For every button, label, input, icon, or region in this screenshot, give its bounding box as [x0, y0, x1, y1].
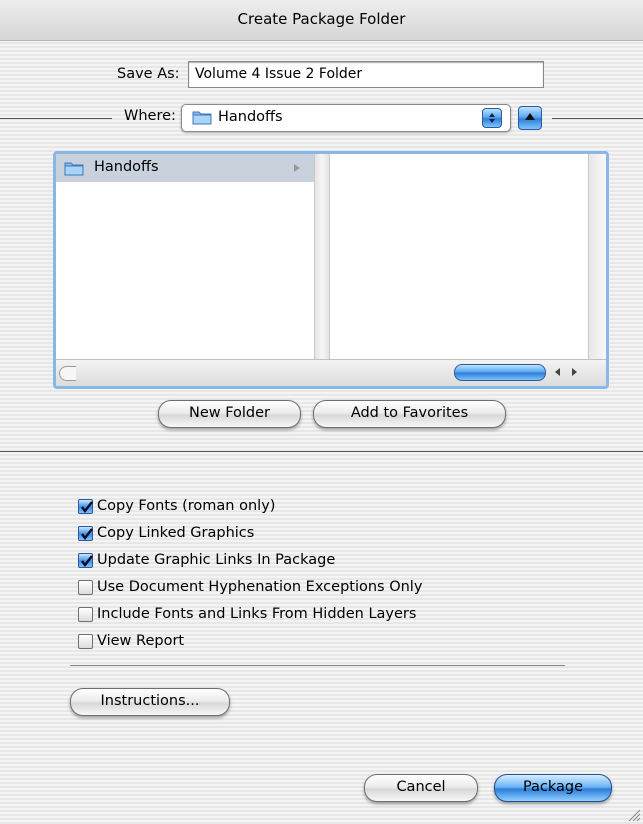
- add-to-favorites-button[interactable]: Add to Favorites: [313, 400, 506, 428]
- file-browser[interactable]: Handoffs: [53, 151, 609, 389]
- hyphenation-exceptions-label: Use Document Hyphenation Exceptions Only: [97, 579, 423, 595]
- scroll-right-arrow-icon[interactable]: [568, 366, 580, 378]
- up-directory-button[interactable]: [518, 106, 542, 130]
- disclosure-triangle-icon: [294, 164, 300, 172]
- hyphenation-exceptions-checkbox[interactable]: [78, 580, 93, 595]
- save-as-label: Save As:: [117, 66, 180, 82]
- copy-linked-graphics-label: Copy Linked Graphics: [97, 525, 255, 541]
- column-scrollbar[interactable]: [588, 154, 606, 359]
- save-as-field[interactable]: Volume 4 Issue 2 Folder: [188, 61, 544, 88]
- scroll-thumb[interactable]: [454, 364, 546, 381]
- up-arrow-icon: [525, 113, 535, 120]
- options-separator: [70, 665, 565, 666]
- update-graphic-links-checkbox[interactable]: [78, 553, 93, 568]
- copy-linked-graphics-checkbox[interactable]: [78, 526, 93, 541]
- update-graphic-links-label: Update Graphic Links In Package: [97, 552, 336, 568]
- window-title: Create Package Folder: [237, 10, 406, 28]
- new-folder-button[interactable]: New Folder: [158, 400, 301, 428]
- browser-column-1[interactable]: Handoffs: [56, 154, 314, 359]
- cancel-button[interactable]: Cancel: [364, 774, 478, 802]
- hidden-layers-label: Include Fonts and Links From Hidden Laye…: [97, 606, 417, 622]
- view-report-label: View Report: [97, 633, 185, 649]
- section-separator: [0, 451, 643, 452]
- browser-item-label: Handoffs: [94, 159, 159, 175]
- instructions-button[interactable]: Instructions...: [70, 688, 230, 716]
- folder-icon: [64, 162, 84, 176]
- browser-item-handoffs[interactable]: Handoffs: [56, 154, 314, 182]
- scroll-track-cap: [59, 366, 76, 381]
- package-button[interactable]: Package: [494, 774, 612, 802]
- separator-left: [0, 118, 112, 119]
- where-label: Where:: [124, 108, 176, 124]
- hidden-layers-checkbox[interactable]: [78, 607, 93, 622]
- resize-grip-icon[interactable]: [625, 806, 641, 822]
- popup-arrows-icon: [482, 108, 502, 128]
- horizontal-scrollbar[interactable]: [56, 359, 606, 386]
- copy-fonts-label: Copy Fonts (roman only): [97, 498, 276, 514]
- where-popup[interactable]: Handoffs: [181, 104, 511, 132]
- browser-column-2[interactable]: [330, 154, 588, 359]
- folder-icon: [192, 111, 212, 125]
- where-selected: Handoffs: [218, 109, 283, 125]
- title-bar[interactable]: Create Package Folder: [0, 0, 643, 41]
- view-report-checkbox[interactable]: [78, 634, 93, 649]
- copy-fonts-checkbox[interactable]: [78, 499, 93, 514]
- separator-right: [552, 118, 643, 119]
- scroll-left-arrow-icon[interactable]: [552, 366, 564, 378]
- column-divider[interactable]: [314, 154, 330, 359]
